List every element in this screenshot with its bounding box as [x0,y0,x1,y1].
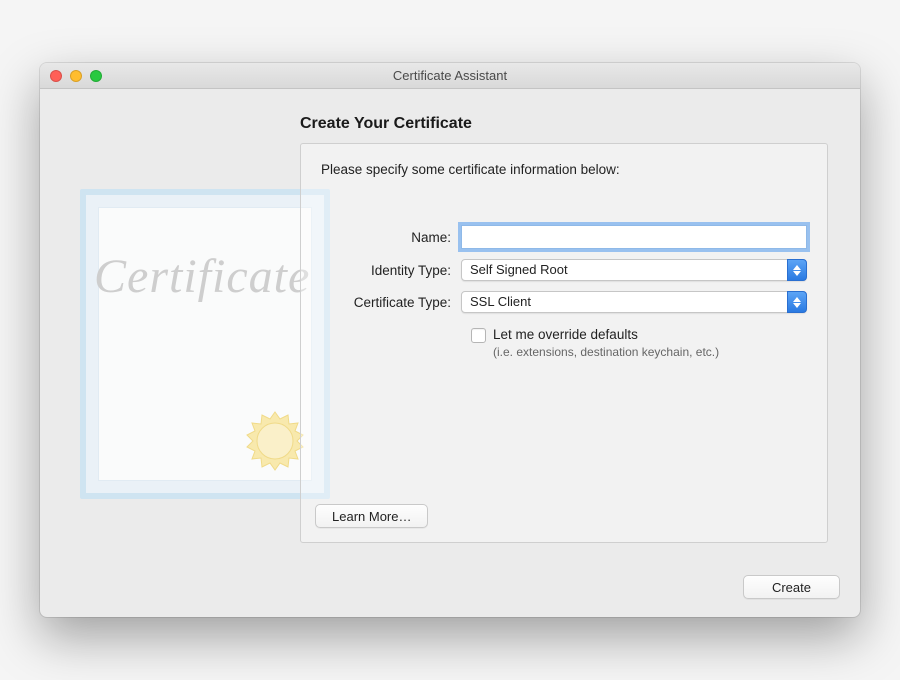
override-label[interactable]: Let me override defaults [493,327,638,342]
form-panel: Please specify some certificate informat… [300,143,828,543]
certificate-assistant-window: Certificate Assistant Certificate Create… [40,63,860,617]
name-input[interactable] [461,225,807,249]
instruction-text: Please specify some certificate informat… [321,162,807,177]
row-name: Name: [321,225,807,249]
certificate-type-select[interactable]: SSL Client [461,291,807,313]
identity-type-value: Self Signed Root [461,259,807,281]
create-button[interactable]: Create [743,575,840,599]
window-title: Certificate Assistant [40,68,860,83]
identity-type-select[interactable]: Self Signed Root [461,259,807,281]
override-sublabel: (i.e. extensions, destination keychain, … [493,345,807,359]
row-override: Let me override defaults [471,327,807,343]
page-heading: Create Your Certificate [300,115,828,133]
certificate-type-value: SSL Client [461,291,807,313]
row-certificate-type: Certificate Type: SSL Client [321,291,807,313]
identity-type-label: Identity Type: [321,263,461,278]
certificate-type-label: Certificate Type: [321,295,461,310]
learn-more-button[interactable]: Learn More… [315,504,428,528]
content-area: Certificate Create Your Certificate Plea… [40,89,860,563]
certificate-illustration: Certificate [80,189,330,499]
footer: Create [40,563,860,617]
titlebar: Certificate Assistant [40,63,860,89]
row-identity-type: Identity Type: Self Signed Root [321,259,807,281]
override-checkbox[interactable] [471,328,486,343]
name-label: Name: [321,230,461,245]
chevron-up-down-icon [787,291,807,313]
chevron-up-down-icon [787,259,807,281]
